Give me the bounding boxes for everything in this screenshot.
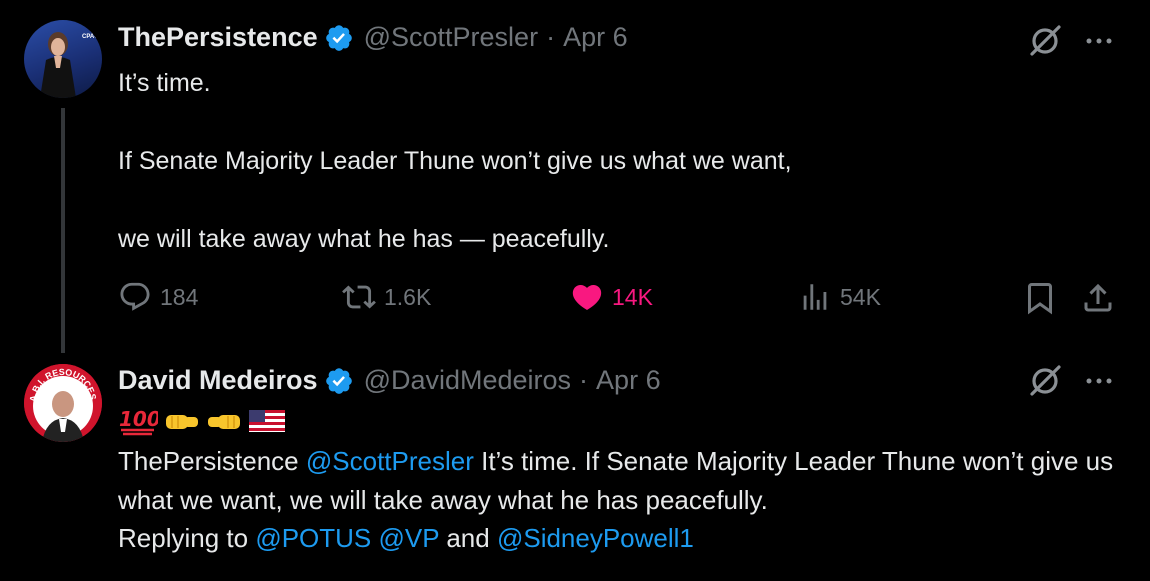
- mention-link[interactable]: @VP: [379, 523, 440, 553]
- views-button[interactable]: 54K: [798, 280, 881, 314]
- tweet-text-line: [118, 103, 792, 142]
- right-fist-emoji: [166, 415, 198, 429]
- mention-link[interactable]: @ScottPresler: [306, 446, 474, 476]
- handle[interactable]: @DavidMedeiros: [364, 365, 571, 396]
- reply-count: 184: [160, 283, 199, 310]
- verified-badge-icon: [325, 367, 352, 394]
- like-count: 14K: [612, 283, 653, 310]
- more-icon[interactable]: [1084, 36, 1114, 46]
- avatar[interactable]: CPAC: [24, 20, 102, 98]
- us-flag-emoji: [249, 410, 285, 432]
- repost-button[interactable]: 1.6K: [342, 280, 431, 314]
- tweet-text-line: If Senate Majority Leader Thune won’t gi…: [118, 147, 792, 175]
- grok-icon[interactable]: [1028, 364, 1062, 398]
- display-name[interactable]: David Medeiros: [118, 365, 318, 396]
- action-bar: 184 1.6K 14K 54K: [118, 280, 1118, 320]
- display-name[interactable]: ThePersistence: [118, 22, 318, 53]
- handle[interactable]: @ScottPresler: [364, 22, 538, 53]
- tweet-text-line: It’s time.: [118, 69, 211, 97]
- separator: ·: [546, 22, 556, 52]
- tweet-header: David Medeiros @DavidMedeiros · Apr 6: [118, 365, 661, 396]
- hundred-points-emoji: 💯 100: [119, 407, 158, 436]
- mention-link[interactable]: @POTUS: [255, 523, 371, 553]
- share-icon[interactable]: [1080, 280, 1116, 316]
- tweet-text: It’s time. If Senate Majority Leader Thu…: [118, 64, 792, 259]
- left-fist-emoji: [208, 415, 240, 429]
- and-text: and: [439, 523, 497, 553]
- mention-link[interactable]: @SidneyPowell1: [497, 523, 694, 553]
- tweet-text-line: we will take away what he has — peaceful…: [118, 225, 610, 253]
- reply-button[interactable]: 184: [118, 280, 198, 314]
- replying-to-label: Replying to: [118, 523, 256, 553]
- like-button[interactable]: 14K: [570, 280, 653, 314]
- like-icon: [572, 284, 602, 310]
- grok-icon[interactable]: [1028, 24, 1062, 58]
- timestamp[interactable]: Apr 6: [563, 22, 628, 53]
- thread-line: [61, 108, 65, 353]
- views-icon: [803, 284, 827, 310]
- tweet-text-line: [118, 181, 792, 220]
- svg-text:100: 100: [119, 407, 158, 431]
- verified-badge-icon: [325, 24, 352, 51]
- repost-count: 1.6K: [384, 283, 432, 310]
- tweet-header: ThePersistence @ScottPresler · Apr 6: [118, 22, 628, 53]
- view-count: 54K: [840, 283, 881, 310]
- more-icon[interactable]: [1084, 376, 1114, 386]
- emoji-row: 💯 100: [118, 406, 286, 436]
- quoted-text: ThePersistence: [118, 446, 306, 476]
- tweet-thepersistence[interactable]: CPAC ThePersistence @ScottPresler · Apr …: [0, 0, 1150, 353]
- tweet-text: ThePersistence @ScottPresler It’s time. …: [118, 442, 1118, 558]
- avatar[interactable]: A.B.I. RESOURCES: [24, 364, 102, 442]
- reply-icon: [120, 282, 150, 311]
- timestamp[interactable]: Apr 6: [596, 365, 661, 396]
- separator: ·: [579, 365, 589, 395]
- avatar-logo-text: CPAC: [82, 34, 99, 40]
- repost-icon: [342, 285, 376, 309]
- bookmark-icon[interactable]: [1022, 280, 1058, 316]
- tweet-david-medeiros[interactable]: A.B.I. RESOURCES David Medeiros @DavidMe…: [0, 345, 1150, 581]
